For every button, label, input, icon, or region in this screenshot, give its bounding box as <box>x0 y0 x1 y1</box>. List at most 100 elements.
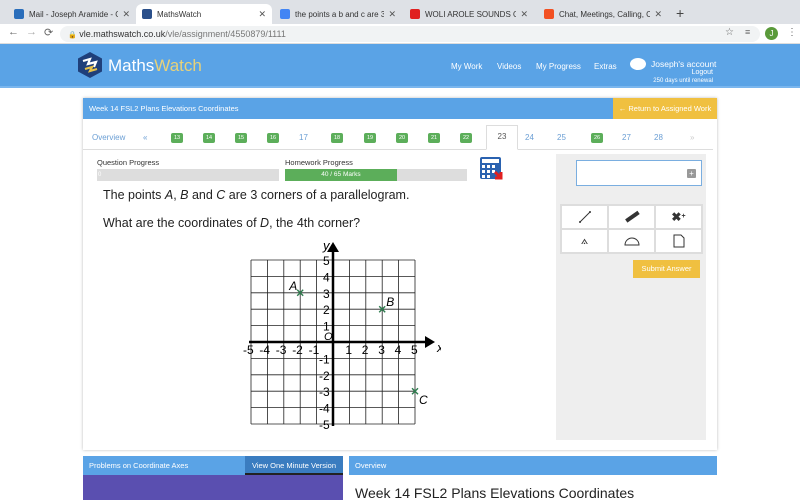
video-panel: Problems on Coordinate Axes View One Min… <box>83 456 343 500</box>
homework-progress-bar: 40 / 65 Marks <box>285 169 467 181</box>
point-label-C: C <box>419 393 428 407</box>
close-tab-icon[interactable]: ✕ <box>654 9 662 20</box>
cross-marker-icon[interactable]: ✖ + <box>655 205 702 229</box>
question-link-19[interactable]: 19 <box>364 133 377 143</box>
question-text-part: , the 4th corner? <box>269 216 361 230</box>
address-bar-row: ← → ⟳ 🔒 vle.mathswatch.co.uk/vle/assignm… <box>0 24 800 44</box>
browser-tab[interactable]: MathsWatch ✕ <box>136 4 272 24</box>
chat-bubble-icon[interactable] <box>630 58 646 70</box>
video-title: Problems on Coordinate Axes <box>83 456 245 475</box>
answer-sidebar: + ✖ + ⟑ Submit Answer <box>556 154 706 440</box>
assignment-title: Week 14 FSL2 Plans Elevations Coordinate… <box>83 98 613 119</box>
y-tick-label: 2 <box>323 303 330 317</box>
blank-page-icon[interactable] <box>655 228 702 253</box>
overview-link[interactable]: Overview <box>92 133 125 142</box>
x-tick-label: 2 <box>362 343 369 357</box>
media-control-icon[interactable]: ≡ <box>745 27 750 37</box>
question-link-28[interactable]: 28 <box>654 133 663 142</box>
question-link-16[interactable]: 16 <box>267 133 280 143</box>
reload-icon[interactable]: ⟳ <box>44 26 53 39</box>
ruler-icon[interactable] <box>608 205 655 229</box>
browser-tab[interactable]: the points a b and c are 3 corn✕ <box>274 4 402 24</box>
point-label-B: B <box>386 295 394 309</box>
url-host: vle.mathswatch.co.uk <box>79 29 166 39</box>
next-page-button[interactable]: » <box>690 133 694 142</box>
question-line-1: The points A, B and C are 3 corners of a… <box>103 188 409 202</box>
question-line-2: What are the coordinates of D, the 4th c… <box>103 216 360 230</box>
close-tab-icon[interactable]: ✕ <box>520 9 528 20</box>
y-tick-label: 5 <box>323 254 330 268</box>
x-tick-label: -5 <box>243 343 254 357</box>
account-link[interactable]: Joseph's account <box>651 59 716 69</box>
submit-answer-button[interactable]: Submit Answer <box>633 260 700 278</box>
nav-extras[interactable]: Extras <box>594 62 617 71</box>
x-tick-label: 1 <box>345 343 352 357</box>
back-icon[interactable]: ← <box>8 26 19 38</box>
question-text-part: What are the coordinates of <box>103 216 261 230</box>
overview-title: Week 14 FSL2 Plans Elevations Coordinate… <box>355 485 635 501</box>
y-tick-label: -4 <box>319 402 330 416</box>
outlook-icon <box>14 9 24 19</box>
point-label-A: A <box>288 279 297 293</box>
question-link-15[interactable]: 15 <box>235 133 248 143</box>
mathswatch-logo-icon[interactable] <box>76 51 104 79</box>
x-tick-label: 5 <box>411 343 418 357</box>
question-link-20[interactable]: 20 <box>396 133 409 143</box>
bookmark-star-icon[interactable]: ☆ <box>725 27 734 38</box>
menu-kebab-icon[interactable]: ⋮ <box>787 27 797 38</box>
x-tick-label: 3 <box>378 343 385 357</box>
assignment-panel: Week 14 FSL2 Plans Elevations Coordinate… <box>83 98 717 450</box>
protractor-icon[interactable] <box>608 228 655 253</box>
lock-icon: 🔒 <box>68 32 77 39</box>
logout-link[interactable]: Logout <box>692 69 713 76</box>
y-tick-label: -2 <box>319 369 330 383</box>
nav-my-work[interactable]: My Work <box>451 62 482 71</box>
question-link-24[interactable]: 24 <box>525 133 534 142</box>
profile-avatar[interactable]: J <box>765 27 778 40</box>
overview-header: Overview <box>349 456 717 475</box>
browser-tab[interactable]: Mail - Joseph Aramide - Outlo✕ <box>8 4 136 24</box>
question-text-part: are 3 corners of a parallelogram. <box>225 188 410 202</box>
question-link-26[interactable]: 26 <box>591 133 604 143</box>
view-one-minute-version-button[interactable]: View One Minute Version <box>245 456 343 475</box>
question-link-18[interactable]: 18 <box>331 133 344 143</box>
question-link-25[interactable]: 25 <box>557 133 566 142</box>
tool-grid: ✖ + ⟑ <box>560 204 703 254</box>
url-input[interactable]: 🔒 vle.mathswatch.co.uk/vle/assignment/45… <box>60 26 760 42</box>
close-tab-icon[interactable]: ✕ <box>122 9 130 20</box>
browser-tab[interactable]: Chat, Meetings, Calling, Collab✕ <box>538 4 668 24</box>
question-link-13[interactable]: 13 <box>171 133 184 143</box>
question-link-22[interactable]: 22 <box>460 133 473 143</box>
question-navigation: Overview « » 13 14 15 16 17 18 19 20 21 22 23 24 25 2… <box>83 125 713 150</box>
compass-icon[interactable]: ⟑ <box>561 228 608 253</box>
question-link-21[interactable]: 21 <box>428 133 441 143</box>
x-tick-label: -4 <box>259 343 270 357</box>
nav-videos[interactable]: Videos <box>497 62 521 71</box>
browser-tab[interactable]: WOLI AROLE SOUNDS OF ✕ <box>404 4 534 24</box>
prev-page-button[interactable]: « <box>143 133 147 142</box>
question-text-part: and <box>188 188 217 202</box>
site-header: MathsWatch My Work Videos My Progress Ex… <box>0 44 800 88</box>
new-tab-icon[interactable]: + <box>676 5 684 21</box>
return-to-assigned-work-button[interactable]: ← Return to Assigned Work <box>613 98 717 119</box>
mathswatch-icon <box>142 9 152 19</box>
nav-my-progress[interactable]: My Progress <box>536 62 581 71</box>
close-tab-icon[interactable]: ✕ <box>388 9 396 20</box>
question-progress-bar: 0 <box>97 169 279 181</box>
calculator-icon[interactable] <box>479 156 507 182</box>
brand-name[interactable]: MathsWatch <box>108 56 202 76</box>
question-text-part: The points <box>103 188 165 202</box>
answer-input[interactable]: + <box>576 160 702 186</box>
line-tool-icon[interactable] <box>561 205 608 229</box>
renewal-text: 250 days until renewal <box>653 78 713 84</box>
forward-icon[interactable]: → <box>26 26 37 38</box>
question-link-23[interactable]: 23 <box>486 125 518 150</box>
question-link-17[interactable]: 17 <box>299 133 308 142</box>
overview-panel: Overview Week 14 FSL2 Plans Elevations C… <box>349 456 717 501</box>
x-axis-arrow <box>425 336 435 348</box>
close-tab-icon[interactable]: ✕ <box>258 9 266 20</box>
plus-icon[interactable]: + <box>687 169 696 178</box>
question-link-27[interactable]: 27 <box>622 133 631 142</box>
y-tick-label: 1 <box>323 320 330 334</box>
question-link-14[interactable]: 14 <box>203 133 216 143</box>
